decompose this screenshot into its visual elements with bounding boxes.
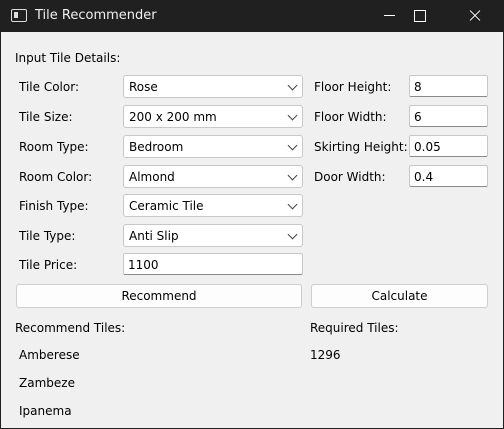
finish-type-value: Ceramic Tile [129, 199, 204, 213]
tile-color-value: Rose [129, 80, 158, 94]
tile-color-select[interactable]: Rose [123, 75, 303, 98]
tile-size-label: Tile Size: [19, 110, 73, 124]
tile-price-label: Tile Price: [19, 258, 78, 272]
tile-color-label: Tile Color: [19, 80, 79, 94]
list-item: Amberese [19, 348, 80, 362]
required-tiles-label: Required Tiles: [310, 321, 399, 335]
finish-type-label: Finish Type: [19, 199, 89, 213]
room-color-value: Almond [129, 170, 175, 184]
finish-type-select[interactable]: Ceramic Tile [123, 194, 303, 217]
chevron-down-icon [287, 140, 298, 151]
chevron-down-icon [287, 80, 298, 91]
tile-size-select[interactable]: 200 x 200 mm [123, 105, 303, 128]
tile-type-label: Tile Type: [19, 229, 76, 243]
close-icon[interactable] [452, 0, 498, 32]
room-color-select[interactable]: Almond [123, 165, 303, 188]
skirting-height-input[interactable]: 0.05 [409, 135, 488, 157]
required-tiles-value: 1296 [310, 348, 341, 362]
tile-size-value: 200 x 200 mm [129, 110, 217, 124]
tile-price-input[interactable]: 1100 [123, 253, 303, 275]
room-type-select[interactable]: Bedroom [123, 135, 303, 158]
door-width-input[interactable]: 0.4 [409, 165, 488, 187]
main-panel: Input Tile Details: Tile Color: Rose Til… [1, 32, 503, 428]
title-bar: Tile Recommender [0, 0, 504, 32]
window-title: Tile Recommender [35, 8, 157, 23]
section-label: Input Tile Details: [15, 51, 121, 65]
room-color-label: Room Color: [19, 170, 93, 184]
door-width-label: Door Width: [314, 170, 386, 184]
skirting-height-value: 0.05 [414, 140, 441, 154]
list-item: Zambeze [19, 376, 75, 390]
recommend-tiles-label: Recommend Tiles: [15, 321, 126, 335]
tile-type-value: Anti Slip [129, 229, 179, 243]
floor-height-input[interactable]: 8 [409, 75, 488, 97]
chevron-down-icon [287, 229, 298, 240]
floor-width-value: 6 [414, 110, 422, 124]
room-type-value: Bedroom [129, 140, 184, 154]
floor-width-label: Floor Width: [314, 110, 387, 124]
recommend-button[interactable]: Recommend [16, 284, 302, 308]
tile-price-value: 1100 [128, 258, 159, 272]
calculate-button[interactable]: Calculate [311, 284, 488, 308]
maximize-icon[interactable] [396, 0, 442, 32]
list-item: Ipanema [19, 404, 72, 418]
skirting-height-label: Skirting Height: [314, 140, 408, 154]
chevron-down-icon [287, 199, 298, 210]
floor-width-input[interactable]: 6 [409, 105, 488, 127]
floor-height-value: 8 [414, 80, 422, 94]
chevron-down-icon [287, 170, 298, 181]
door-width-value: 0.4 [414, 170, 434, 184]
chevron-down-icon [287, 110, 298, 121]
room-type-label: Room Type: [19, 140, 89, 154]
floor-height-label: Floor Height: [314, 80, 392, 94]
app-window-icon [11, 9, 27, 22]
tile-type-select[interactable]: Anti Slip [123, 224, 303, 247]
